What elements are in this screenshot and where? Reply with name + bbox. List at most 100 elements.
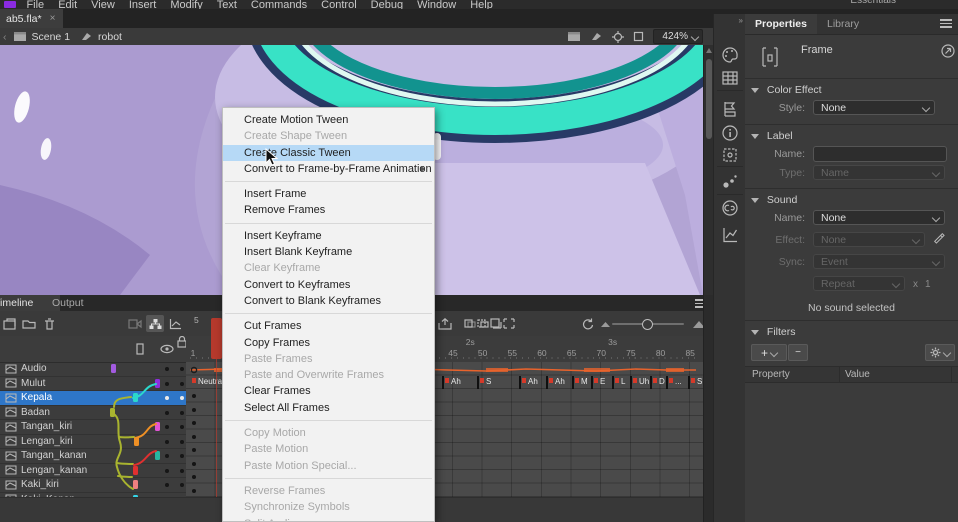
- lipsync-label[interactable]: S: [483, 377, 491, 388]
- tab-properties[interactable]: Properties: [745, 14, 817, 34]
- keyframe-dot[interactable]: [192, 421, 196, 425]
- section-filters[interactable]: Filters: [751, 326, 796, 338]
- keyframe-dot[interactable]: [192, 489, 196, 493]
- breadcrumb-scene[interactable]: Scene 1: [32, 31, 71, 43]
- lipsync-label[interactable]: M: [578, 377, 588, 388]
- frame-label-panel-icon[interactable]: [721, 100, 739, 118]
- lipsync-label[interactable]: D: [656, 377, 665, 388]
- new-layer-button[interactable]: [1, 315, 19, 332]
- history-panel-icon[interactable]: [721, 226, 739, 244]
- context-item-insert-blank-keyframe[interactable]: Insert Blank Keyframe: [223, 244, 434, 260]
- transform-panel-icon[interactable]: [721, 146, 739, 164]
- style-select[interactable]: None: [813, 100, 935, 115]
- keyframe-dot[interactable]: [192, 475, 196, 479]
- document-tab[interactable]: ab5.fla* ×: [0, 9, 63, 28]
- lipsync-label[interactable]: Ah: [525, 377, 538, 388]
- loop-playback-icon[interactable]: [578, 315, 596, 332]
- menubar-item-window[interactable]: Window: [417, 0, 456, 9]
- chevron-down-icon: [912, 236, 920, 244]
- scroll-up-icon[interactable]: [706, 48, 712, 53]
- tab-close-icon[interactable]: ×: [50, 13, 56, 24]
- context-item-remove-frames[interactable]: Remove Frames: [223, 202, 434, 218]
- menubar-item-file[interactable]: File: [26, 0, 44, 9]
- edit-symbol-icon[interactable]: [590, 31, 603, 42]
- playhead[interactable]: [211, 318, 222, 359]
- sound-name-select[interactable]: None: [813, 210, 945, 225]
- lipsync-label[interactable]: L: [618, 377, 625, 388]
- edit-sound-envelope-icon[interactable]: [933, 232, 946, 245]
- new-folder-button[interactable]: [20, 315, 38, 332]
- context-item-convert-to-blank-keyframes[interactable]: Convert to Blank Keyframes: [223, 293, 434, 309]
- section-sound[interactable]: Sound: [751, 194, 797, 206]
- menubar-item-text[interactable]: Text: [217, 0, 237, 9]
- menubar-item-debug[interactable]: Debug: [371, 0, 403, 9]
- cc-libraries-panel-icon[interactable]: [721, 199, 739, 217]
- label-name-input[interactable]: [813, 146, 947, 162]
- tab-output[interactable]: Output: [42, 295, 94, 311]
- app-icon[interactable]: [4, 1, 16, 8]
- filter-options-button[interactable]: [925, 344, 955, 361]
- back-chevron-icon[interactable]: ‹: [3, 31, 7, 43]
- lipsync-label[interactable]: S: [694, 377, 702, 388]
- menubar-item-control[interactable]: Control: [321, 0, 356, 9]
- menubar-item-commands[interactable]: Commands: [251, 0, 307, 9]
- collapse-panels-icon[interactable]: »: [739, 16, 742, 25]
- context-item-convert-to-frame-by-frame-animation[interactable]: Convert to Frame-by-Frame Animation: [223, 161, 434, 177]
- motion-presets-panel-icon[interactable]: [721, 172, 739, 190]
- context-item-select-all-frames[interactable]: Select All Frames: [223, 400, 434, 416]
- menubar-item-help[interactable]: Help: [470, 0, 493, 9]
- lipsync-label[interactable]: Uh: [636, 377, 649, 388]
- remove-filter-button[interactable]: −: [788, 344, 808, 361]
- context-item-create-classic-tween[interactable]: Create Classic Tween: [223, 145, 434, 161]
- outline-color-column-icon[interactable]: [135, 343, 145, 355]
- collapse-triangle-icon: [751, 134, 759, 139]
- keyframe-dot[interactable]: [192, 462, 196, 466]
- keyframe-dot[interactable]: [192, 394, 196, 398]
- keyframe-dot[interactable]: [192, 448, 196, 452]
- frame-zoom-slider-thumb[interactable]: [642, 319, 653, 330]
- delete-layer-button[interactable]: [40, 315, 58, 332]
- context-item-create-motion-tween[interactable]: Create Motion Tween: [223, 112, 434, 128]
- context-item-convert-to-keyframes[interactable]: Convert to Keyframes: [223, 277, 434, 293]
- layer-depth-button[interactable]: [166, 315, 184, 332]
- workspace-switcher[interactable]: Essentials: [850, 0, 896, 6]
- modify-markers-icon[interactable]: [500, 315, 518, 332]
- edit-scene-icon[interactable]: [567, 31, 581, 42]
- help-icon[interactable]: [941, 44, 955, 58]
- layer-parenting-button[interactable]: [146, 315, 164, 332]
- section-label[interactable]: Label: [751, 130, 793, 142]
- publish-frames-icon[interactable]: [436, 315, 454, 332]
- layer-name: Badan: [21, 407, 50, 418]
- keyframe-dot[interactable]: [192, 408, 196, 412]
- menubar-item-modify[interactable]: Modify: [170, 0, 202, 9]
- frame-zoom-slider[interactable]: [612, 323, 684, 325]
- menubar-item-edit[interactable]: Edit: [58, 0, 77, 9]
- context-item-insert-keyframe[interactable]: Insert Keyframe: [223, 228, 434, 244]
- add-filter-button[interactable]: +: [751, 344, 787, 361]
- keyframe-dot[interactable]: [192, 435, 196, 439]
- swatches-panel-icon[interactable]: [721, 69, 739, 87]
- breadcrumb-symbol[interactable]: robot: [98, 31, 122, 43]
- context-item-insert-frame[interactable]: Insert Frame: [223, 186, 434, 202]
- section-color-effect[interactable]: Color Effect: [751, 84, 822, 96]
- context-item-copy-frames[interactable]: Copy Frames: [223, 335, 434, 351]
- clip-content-icon[interactable]: [633, 31, 644, 42]
- lipsync-label[interactable]: Ah: [448, 377, 461, 388]
- scrollbar-thumb[interactable]: [706, 59, 712, 139]
- menubar-item-view[interactable]: View: [91, 0, 115, 9]
- context-item-cut-frames[interactable]: Cut Frames: [223, 318, 434, 334]
- zoom-level-select[interactable]: 424%: [653, 29, 703, 44]
- tab-library[interactable]: Library: [817, 14, 869, 34]
- color-panel-icon[interactable]: [721, 46, 739, 64]
- info-panel-icon[interactable]: [721, 124, 739, 142]
- center-stage-icon[interactable]: [612, 31, 624, 43]
- lipsync-label[interactable]: ...: [672, 377, 682, 388]
- menubar-item-insert[interactable]: Insert: [129, 0, 157, 9]
- lipsync-label[interactable]: Neutral: [195, 377, 224, 388]
- lipsync-label[interactable]: Ah: [552, 377, 565, 388]
- properties-panel-menu-icon[interactable]: [940, 19, 952, 29]
- camera-button[interactable]: [126, 315, 144, 332]
- context-item-clear-frames[interactable]: Clear Frames: [223, 383, 434, 399]
- eye-column-icon[interactable]: [160, 344, 174, 354]
- lipsync-label[interactable]: E: [597, 377, 605, 388]
